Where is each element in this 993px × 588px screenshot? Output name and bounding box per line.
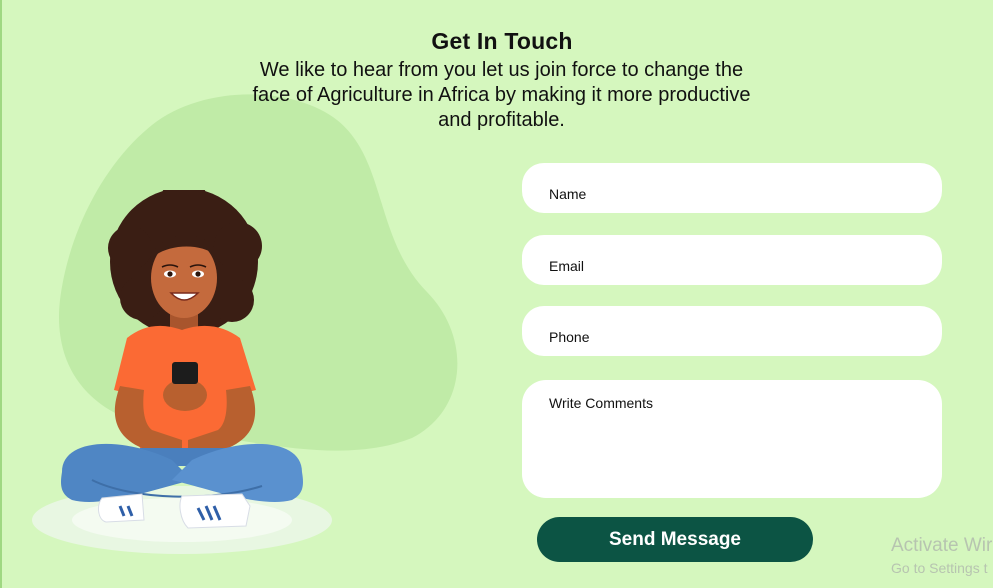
page-subtitle: We like to hear from you let us join for…	[252, 59, 751, 131]
comments-placeholder: Write Comments	[549, 395, 653, 411]
send-message-button[interactable]: Send Message	[537, 517, 813, 562]
activate-windows-line1: Activate Wir	[891, 535, 993, 556]
email-placeholder: Email	[549, 258, 585, 274]
name-placeholder: Name	[549, 186, 587, 202]
comments-textarea[interactable]: Write Comments	[522, 380, 942, 498]
phone-placeholder: Phone	[549, 329, 590, 345]
phone-input[interactable]: Phone	[522, 306, 942, 356]
email-input[interactable]: Email	[522, 235, 942, 285]
page-title: Get In Touch	[431, 28, 573, 54]
activate-windows-line2: Go to Settings t	[891, 560, 988, 576]
activate-windows-watermark: Activate Wir Go to Settings t	[891, 535, 992, 578]
name-input[interactable]: Name	[522, 163, 942, 213]
woman-with-phone-illustration	[32, 190, 332, 554]
